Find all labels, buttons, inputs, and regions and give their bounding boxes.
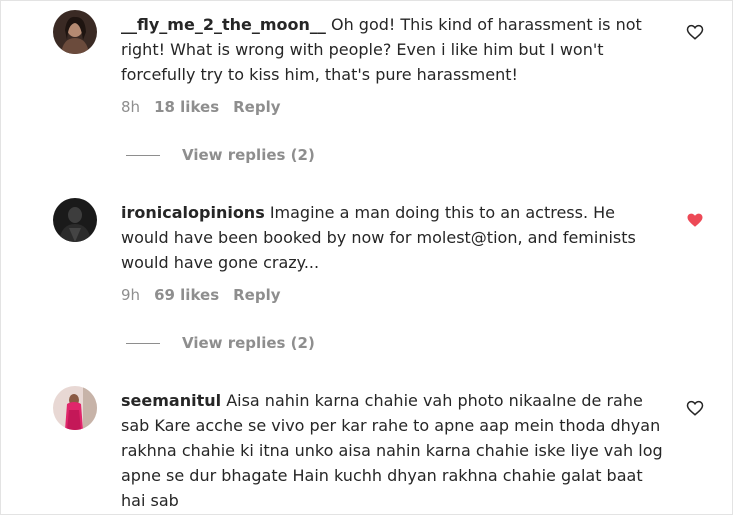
comment-username[interactable]: ironicalopinions [121,203,265,222]
view-replies-button[interactable]: View replies (2) [126,146,315,164]
comment-username[interactable]: seemanitul [121,391,221,410]
avatar[interactable] [53,10,97,54]
replies-divider [126,342,160,344]
comment-likes[interactable]: 18 likes [154,98,219,116]
reply-button[interactable]: Reply [233,286,280,304]
comment-likes[interactable]: 69 likes [154,286,219,304]
view-replies-button[interactable]: View replies (2) [126,334,315,352]
comment-time: 8h [121,98,141,116]
comment-username[interactable]: __fly_me_2_the_moon__ [121,15,326,34]
avatar[interactable] [53,198,97,242]
like-button[interactable] [686,211,704,229]
view-replies-label: View replies (2) [182,146,315,164]
like-button[interactable] [686,23,704,41]
replies-divider [126,154,160,156]
heart-outline-icon [686,400,704,416]
heart-filled-icon [687,213,703,227]
avatar[interactable] [53,386,97,430]
view-replies-label: View replies (2) [182,334,315,352]
reply-button[interactable]: Reply [233,98,280,116]
heart-outline-icon [686,24,704,40]
comment-time: 9h [121,286,141,304]
like-button[interactable] [686,399,704,417]
